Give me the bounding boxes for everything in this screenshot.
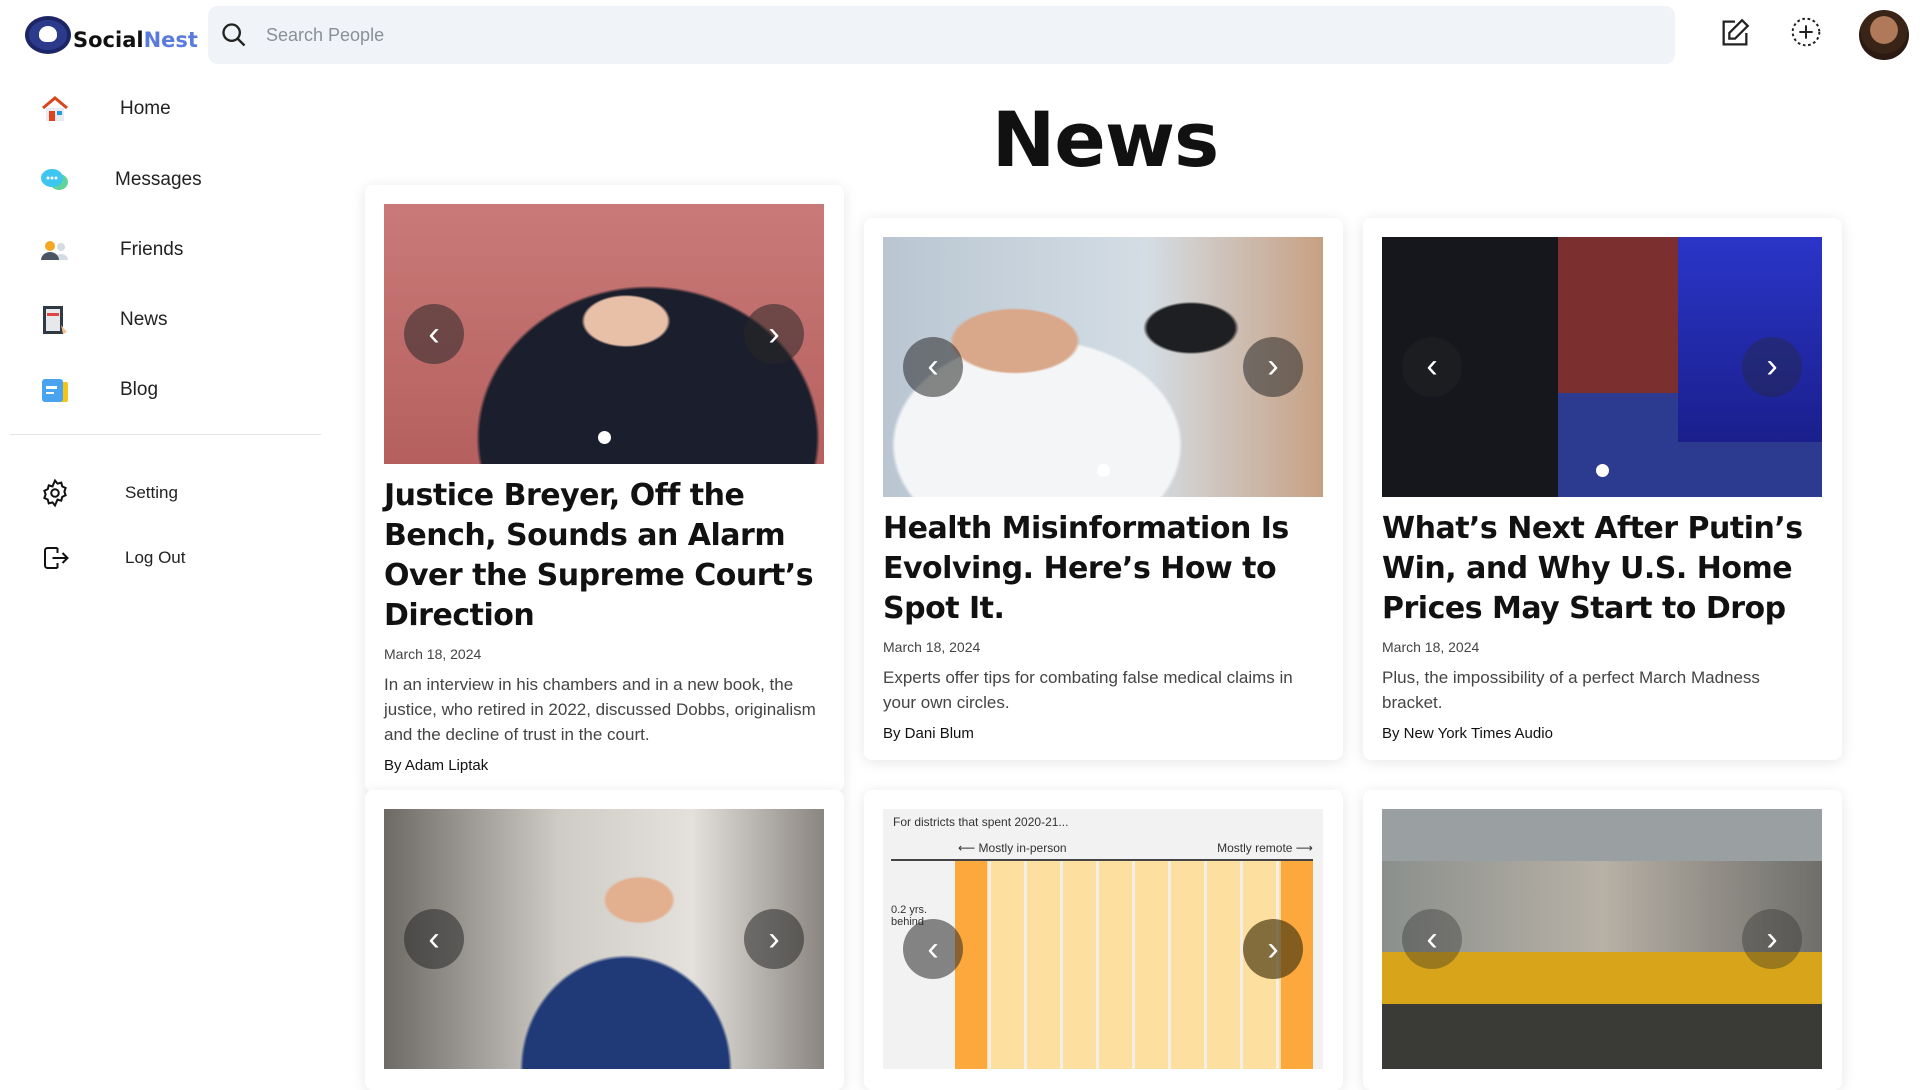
sidebar-item-label: Blog xyxy=(120,379,159,400)
news-card[interactable]: ‹ › What’s Next After Putin’s Win, and W… xyxy=(1363,217,1842,760)
chart-left-label: ⟵ Mostly in-person xyxy=(958,841,1067,855)
search-icon xyxy=(222,23,246,47)
prev-image-button[interactable]: ‹ xyxy=(1402,336,1462,397)
news-card[interactable]: For districts that spent 2020-21... ⟵ Mo… xyxy=(864,790,1343,1090)
add-circle-icon[interactable] xyxy=(1790,16,1822,48)
prev-image-button[interactable]: ‹ xyxy=(903,919,963,979)
prev-image-button[interactable]: ‹ xyxy=(903,336,963,397)
prev-image-button[interactable]: ‹ xyxy=(404,909,464,969)
article-image: ‹ › xyxy=(883,236,1323,497)
brand-part2: Nest xyxy=(143,28,198,52)
logo-icon xyxy=(25,16,71,54)
carousel-dot[interactable] xyxy=(1097,463,1110,477)
brand-part1: Social xyxy=(73,28,144,52)
carousel-dot[interactable] xyxy=(1596,463,1609,477)
news-card[interactable]: ‹ › Justice Breyer, Off the Bench, Sound… xyxy=(365,185,844,792)
logo[interactable]: SocialNest xyxy=(25,16,198,54)
next-image-button[interactable]: › xyxy=(744,304,804,364)
next-image-button[interactable]: › xyxy=(1243,336,1303,397)
prev-image-button[interactable]: ‹ xyxy=(1402,909,1462,969)
article-description: In an interview in his chambers and in a… xyxy=(384,675,816,744)
edit-icon[interactable] xyxy=(1718,16,1752,50)
article-author: By Dani Blum xyxy=(883,724,974,742)
article-title[interactable]: What’s Next After Putin’s Win, and Why U… xyxy=(1382,509,1823,629)
gear-icon xyxy=(40,478,70,508)
sidebar-item-label: Setting xyxy=(125,483,178,502)
article-date: March 18, 2024 xyxy=(883,638,981,655)
sidebar-item-logout[interactable]: Log Out xyxy=(0,533,320,583)
article-image: ‹ › xyxy=(1382,809,1822,1069)
next-image-button[interactable]: › xyxy=(744,909,804,969)
article-image: ‹ › xyxy=(384,809,824,1069)
page-title: News xyxy=(991,95,1220,184)
news-row: ‹ › Justice Breyer, Off the Bench, Sound… xyxy=(365,185,1843,792)
sidebar-item-label: Friends xyxy=(120,239,184,260)
prev-image-button[interactable]: ‹ xyxy=(404,304,464,364)
carousel-dot[interactable] xyxy=(598,431,611,444)
article-image: ‹ › xyxy=(384,204,824,464)
article-author: By New York Times Audio xyxy=(1382,724,1553,742)
blog-icon xyxy=(40,375,70,405)
avatar[interactable] xyxy=(1859,10,1909,60)
news-card[interactable]: ‹ › xyxy=(1363,790,1842,1090)
article-author: By Adam Liptak xyxy=(384,757,489,774)
article-description: Plus, the impossibility of a perfect Mar… xyxy=(1382,667,1760,712)
article-image: For districts that spent 2020-21... ⟵ Mo… xyxy=(883,809,1323,1069)
friends-icon xyxy=(40,235,70,265)
article-date: March 18, 2024 xyxy=(1382,638,1480,655)
sidebar-item-blog[interactable]: Blog xyxy=(0,365,320,415)
news-row: ‹ › For districts that spent 2020-21... … xyxy=(365,790,1843,1090)
chart-subtitle: For districts that spent 2020-21... xyxy=(893,815,1069,829)
search-bar[interactable] xyxy=(208,6,1675,64)
article-date: March 18, 2024 xyxy=(384,646,482,662)
left-label-text: Mostly in-person xyxy=(978,841,1067,855)
next-image-button[interactable]: › xyxy=(1742,336,1802,397)
newspaper-icon xyxy=(40,305,70,335)
next-image-button[interactable]: › xyxy=(1243,919,1303,979)
logout-icon xyxy=(40,543,70,573)
search-input[interactable] xyxy=(266,24,866,46)
next-image-button[interactable]: › xyxy=(1742,909,1802,969)
brand-name: SocialNest xyxy=(73,28,198,52)
news-card[interactable]: ‹ › xyxy=(365,790,844,1090)
right-label-text: Mostly remote xyxy=(1217,841,1293,855)
sidebar-item-news[interactable]: News xyxy=(0,295,320,345)
article-image: ‹ › xyxy=(1382,236,1822,497)
article-description: Experts offer tips for combating false m… xyxy=(883,667,1293,712)
sidebar-item-label: Log Out xyxy=(125,548,186,567)
sidebar-item-setting[interactable]: Setting xyxy=(0,468,320,518)
sidebar-item-label: News xyxy=(120,309,168,330)
chart-right-label: Mostly remote ⟶ xyxy=(1217,841,1313,855)
article-title[interactable]: Health Misinformation Is Evolving. Here’… xyxy=(883,509,1324,629)
news-card[interactable]: ‹ › Health Misinformation Is Evolving. H… xyxy=(864,217,1343,760)
chart-bar-highlight xyxy=(955,861,987,1069)
sidebar-divider xyxy=(10,434,321,435)
sidebar-item-friends[interactable]: Friends xyxy=(0,225,320,275)
article-title[interactable]: Justice Breyer, Off the Bench, Sounds an… xyxy=(384,476,825,636)
tv-screen-graphic xyxy=(1678,236,1822,442)
